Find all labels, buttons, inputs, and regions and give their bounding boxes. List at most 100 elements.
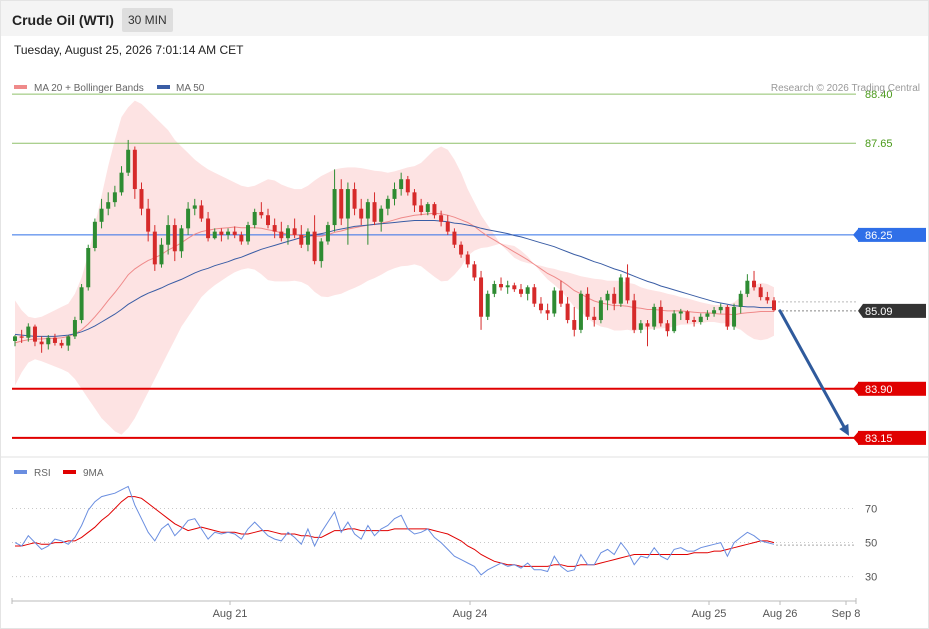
candle bbox=[598, 297, 603, 324]
candle-body bbox=[572, 320, 577, 330]
candle-body bbox=[285, 228, 290, 239]
candle-body bbox=[758, 287, 763, 298]
candle bbox=[92, 218, 97, 252]
candle-body bbox=[578, 293, 583, 330]
candle-body bbox=[279, 231, 284, 239]
candle-body bbox=[139, 189, 144, 209]
candle-body bbox=[52, 337, 57, 343]
candle-body bbox=[365, 202, 370, 219]
candle bbox=[618, 274, 623, 307]
candle-body bbox=[372, 202, 377, 222]
candle-body bbox=[465, 254, 470, 265]
candle-body bbox=[538, 303, 543, 311]
candle-body bbox=[206, 218, 211, 239]
candle-body bbox=[132, 149, 137, 190]
candle-body bbox=[39, 341, 44, 345]
pivot-label: 86.25 bbox=[865, 230, 893, 242]
candle-body bbox=[645, 323, 650, 327]
candle bbox=[492, 280, 497, 298]
candle-body bbox=[332, 189, 337, 226]
resistance-label: 87.65 bbox=[865, 138, 893, 150]
candle-body bbox=[385, 198, 390, 209]
candle bbox=[499, 277, 504, 291]
candle-body bbox=[678, 311, 683, 314]
candle-body bbox=[412, 192, 417, 206]
candle-body bbox=[352, 189, 357, 209]
candle-body bbox=[672, 313, 677, 332]
candle bbox=[725, 304, 730, 330]
candle-body bbox=[692, 320, 697, 322]
candle-body bbox=[272, 225, 277, 232]
candle-body bbox=[179, 228, 184, 252]
candle-body bbox=[705, 313, 710, 317]
rsi-tick-label: 70 bbox=[865, 504, 877, 516]
forecast-arrow-shaft bbox=[778, 309, 846, 429]
candle-body bbox=[219, 231, 224, 235]
candle-body bbox=[319, 241, 324, 262]
rsi-legend-swatch bbox=[14, 470, 27, 474]
candle-body bbox=[745, 280, 750, 294]
candle-body bbox=[325, 225, 330, 242]
candle bbox=[79, 284, 84, 324]
ma50-legend-label: MA 50 bbox=[176, 83, 205, 94]
candle-body bbox=[26, 326, 31, 338]
candle-body bbox=[299, 234, 304, 245]
level-label-notch bbox=[853, 227, 859, 242]
candle-body bbox=[725, 306, 730, 327]
candle-body bbox=[146, 208, 151, 232]
candle-body bbox=[212, 231, 217, 239]
ma9-legend-swatch bbox=[63, 470, 76, 474]
candle-body bbox=[505, 285, 510, 288]
candle-body bbox=[479, 277, 484, 317]
candle-body bbox=[379, 208, 384, 222]
candle-body bbox=[698, 316, 703, 322]
candle-body bbox=[732, 306, 737, 327]
candle-body bbox=[485, 293, 490, 317]
candle-body bbox=[126, 149, 131, 173]
x-axis-label: Aug 24 bbox=[453, 608, 488, 620]
candle bbox=[72, 316, 77, 340]
support-label: 83.90 bbox=[865, 384, 893, 396]
candle-body bbox=[712, 310, 717, 314]
candle-body bbox=[19, 336, 24, 338]
price-chart: 88.4087.6586.2585.0983.9083.15 MA 20 + B… bbox=[1, 83, 928, 620]
candle-body bbox=[652, 306, 657, 327]
candle-body bbox=[565, 303, 570, 321]
candle-body bbox=[452, 231, 457, 245]
rsi-tick-label: 30 bbox=[865, 572, 877, 584]
candle bbox=[525, 285, 530, 301]
candle-body bbox=[492, 284, 497, 294]
candle-body bbox=[685, 311, 690, 321]
candle-body bbox=[252, 211, 257, 226]
candle-body bbox=[765, 297, 770, 301]
candle-body bbox=[46, 337, 51, 345]
candle-body bbox=[192, 205, 197, 209]
candle-body bbox=[752, 280, 757, 288]
candle-body bbox=[612, 293, 617, 304]
candle-body bbox=[345, 189, 350, 219]
x-axis-label: Aug 25 bbox=[692, 608, 727, 620]
candle-body bbox=[665, 323, 670, 332]
candle-body bbox=[605, 293, 610, 301]
candle-body bbox=[432, 204, 437, 216]
price-labels-layer: 88.4087.6586.2585.0983.9083.15 bbox=[778, 89, 926, 445]
candle-body bbox=[718, 306, 723, 311]
candle-body bbox=[445, 221, 450, 232]
candle-body bbox=[305, 231, 310, 245]
candle-body bbox=[359, 208, 364, 219]
candle bbox=[538, 297, 543, 314]
candle-body bbox=[59, 342, 64, 346]
ma20-legend-label: MA 20 + Bollinger Bands bbox=[34, 83, 144, 94]
candle-body bbox=[106, 202, 111, 209]
rsi-legend: RSI 9MA bbox=[14, 468, 104, 479]
x-axis-label: Aug 26 bbox=[763, 608, 798, 620]
ma20-legend-swatch bbox=[14, 85, 27, 89]
candle-body bbox=[239, 234, 244, 242]
x-axis-label: Aug 21 bbox=[213, 608, 248, 620]
candle-body bbox=[312, 231, 317, 262]
candle-body bbox=[392, 189, 397, 199]
candle-body bbox=[186, 208, 191, 229]
candle-body bbox=[119, 172, 124, 193]
candle bbox=[732, 303, 737, 330]
candle-body bbox=[738, 293, 743, 307]
